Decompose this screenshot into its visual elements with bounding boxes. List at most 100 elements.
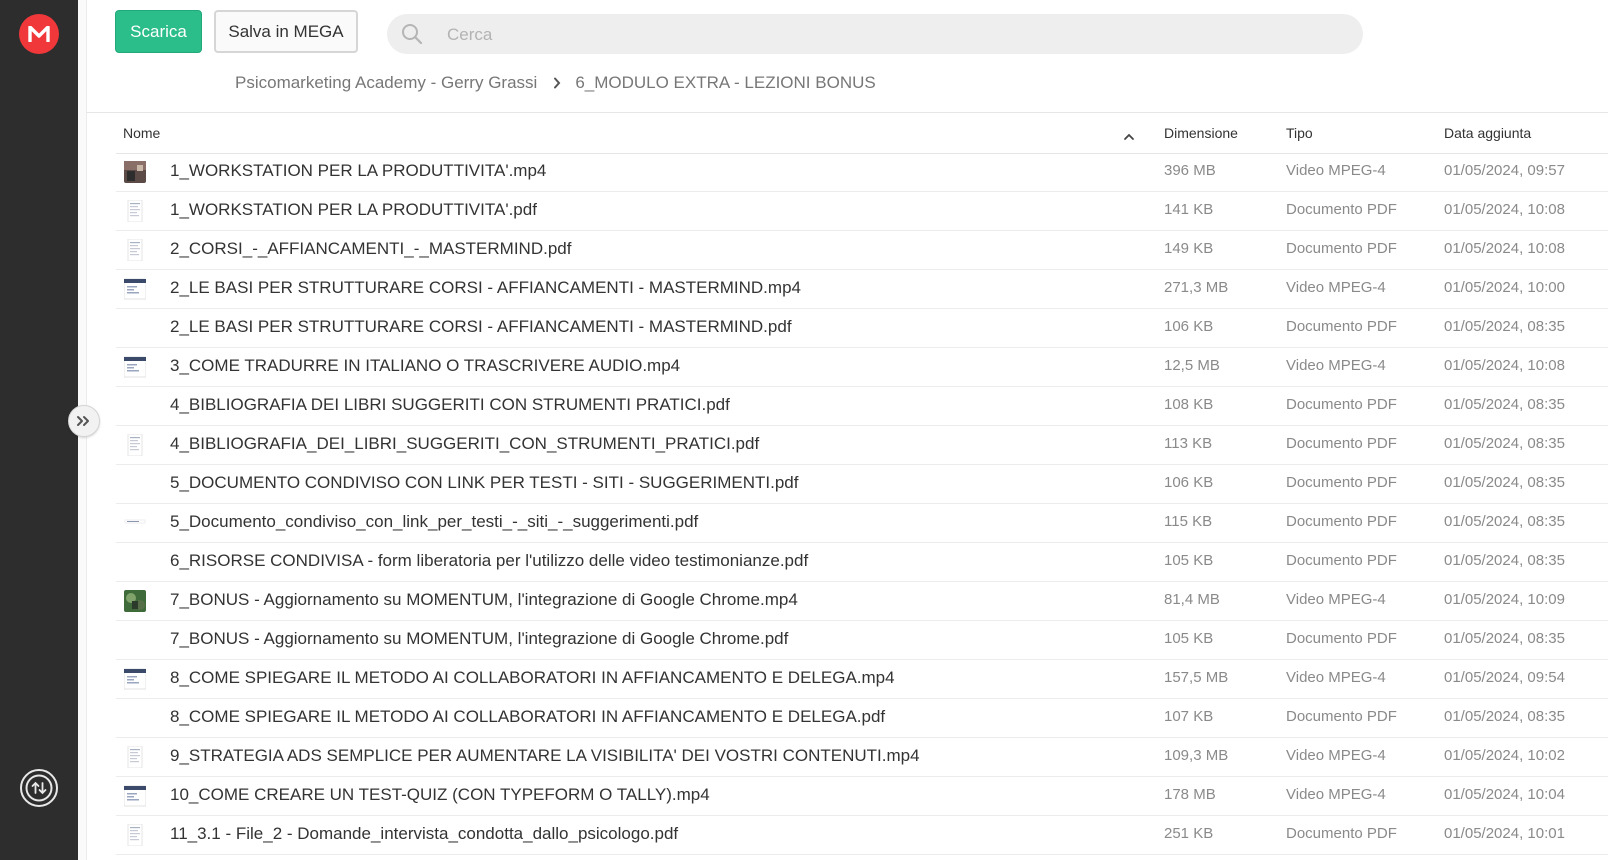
file-date-added: 01/05/2024, 10:02	[1444, 747, 1565, 764]
file-list: 1_WORKSTATION PER LA PRODUTTIVITA'.mp4 39…	[116, 153, 1608, 855]
file-name[interactable]: 3_COME TRADURRE IN ITALIANO O TRASCRIVER…	[170, 348, 680, 384]
breadcrumb-root[interactable]: Psicomarketing Academy - Gerry Grassi	[235, 73, 537, 93]
file-date-added: 01/05/2024, 10:08	[1444, 357, 1565, 374]
search-input[interactable]	[445, 14, 1329, 56]
file-name[interactable]: 1_WORKSTATION PER LA PRODUTTIVITA'.pdf	[170, 192, 537, 228]
file-date-added: 01/05/2024, 09:54	[1444, 669, 1565, 686]
file-name[interactable]: 2_LE BASI PER STRUTTURARE CORSI - AFFIAN…	[170, 309, 792, 345]
file-type: Documento PDF	[1286, 708, 1397, 725]
table-row[interactable]: 4_BIBLIOGRAFIA_DEI_LIBRI_SUGGERITI_CON_S…	[116, 426, 1608, 465]
file-thumbnail-icon	[124, 433, 146, 457]
file-name[interactable]: 1_WORKSTATION PER LA PRODUTTIVITA'.mp4	[170, 153, 546, 189]
table-row[interactable]: 10_COME CREARE UN TEST-QUIZ (CON TYPEFOR…	[116, 777, 1608, 816]
file-name[interactable]: 4_BIBLIOGRAFIA DEI LIBRI SUGGERITI CON S…	[170, 387, 730, 423]
file-thumbnail-icon	[124, 161, 146, 183]
file-type: Documento PDF	[1286, 396, 1397, 413]
file-thumbnail-icon	[123, 668, 147, 690]
file-size: 106 KB	[1164, 318, 1214, 335]
file-type: Documento PDF	[1286, 435, 1397, 452]
file-date-added: 01/05/2024, 10:08	[1444, 240, 1565, 257]
table-row[interactable]: 2_LE BASI PER STRUTTURARE CORSI - AFFIAN…	[116, 309, 1608, 348]
table-row[interactable]: 5_DOCUMENTO CONDIVISO CON LINK PER TESTI…	[116, 465, 1608, 504]
file-size: 113 KB	[1164, 435, 1213, 452]
file-type: Video MPEG-4	[1286, 357, 1386, 374]
breadcrumb-current: 6_MODULO EXTRA - LEZIONI BONUS	[575, 73, 876, 92]
file-type: Documento PDF	[1286, 825, 1397, 842]
file-name[interactable]: 4_BIBLIOGRAFIA_DEI_LIBRI_SUGGERITI_CON_S…	[170, 426, 759, 462]
table-row[interactable]: 2_CORSI_-_AFFIANCAMENTI_-_MASTERMIND.pdf…	[116, 231, 1608, 270]
column-header-date[interactable]: Data aggiunta	[1444, 125, 1531, 141]
file-name[interactable]: 8_COME SPIEGARE IL METODO AI COLLABORATO…	[170, 660, 895, 696]
file-name[interactable]: 5_DOCUMENTO CONDIVISO CON LINK PER TESTI…	[170, 465, 798, 501]
chevron-up-icon[interactable]	[1122, 129, 1136, 140]
file-type: Documento PDF	[1286, 630, 1397, 647]
file-name[interactable]: 7_BONUS - Aggiornamento su MOMENTUM, l'i…	[170, 621, 788, 657]
file-date-added: 01/05/2024, 08:35	[1444, 435, 1565, 452]
file-name[interactable]: 2_LE BASI PER STRUTTURARE CORSI - AFFIAN…	[170, 270, 801, 306]
mega-logo-icon[interactable]	[19, 14, 59, 54]
table-row[interactable]: 9_STRATEGIA ADS SEMPLICE PER AUMENTARE L…	[116, 738, 1608, 777]
table-row[interactable]: 1_WORKSTATION PER LA PRODUTTIVITA'.pdf 14…	[116, 192, 1608, 231]
table-row[interactable]: 8_COME SPIEGARE IL METODO AI COLLABORATO…	[116, 660, 1608, 699]
table-row[interactable]: 7_BONUS - Aggiornamento su MOMENTUM, l'i…	[116, 582, 1608, 621]
table-row[interactable]: 3_COME TRADURRE IN ITALIANO O TRASCRIVER…	[116, 348, 1608, 387]
file-name[interactable]: 9_STRATEGIA ADS SEMPLICE PER AUMENTARE L…	[170, 738, 920, 774]
file-name[interactable]: 10_COME CREARE UN TEST-QUIZ (CON TYPEFOR…	[170, 777, 710, 813]
file-type: Video MPEG-4	[1286, 669, 1386, 686]
file-size: 12,5 MB	[1164, 357, 1220, 374]
file-size: 141 KB	[1164, 201, 1214, 218]
file-type: Video MPEG-4	[1286, 162, 1386, 179]
file-date-added: 01/05/2024, 10:00	[1444, 279, 1565, 296]
table-row[interactable]: 7_BONUS - Aggiornamento su MOMENTUM, l'i…	[116, 621, 1608, 660]
save-to-mega-button[interactable]: Salva in MEGA	[214, 10, 358, 53]
file-date-added: 01/05/2024, 10:04	[1444, 786, 1565, 803]
table-row[interactable]: 5_Documento_condiviso_con_link_per_testi…	[116, 504, 1608, 543]
file-size: 107 KB	[1164, 708, 1214, 725]
file-name[interactable]: 2_CORSI_-_AFFIANCAMENTI_-_MASTERMIND.pdf	[170, 231, 571, 267]
transfers-icon[interactable]	[19, 768, 59, 808]
file-size: 149 KB	[1164, 240, 1214, 257]
file-size: 396 MB	[1164, 162, 1216, 179]
table-row[interactable]: 11_3.1 - File_2 - Domande_intervista_con…	[116, 816, 1608, 855]
table-row[interactable]: 6_RISORSE CONDIVISA - form liberatoria p…	[116, 543, 1608, 582]
file-date-added: 01/05/2024, 08:35	[1444, 552, 1565, 569]
file-thumbnail-icon	[123, 278, 147, 300]
download-button[interactable]: Scarica	[115, 10, 202, 53]
column-header-type[interactable]: Tipo	[1286, 125, 1313, 141]
file-thumbnail-icon	[124, 512, 146, 534]
file-type: Documento PDF	[1286, 552, 1397, 569]
file-type: Video MPEG-4	[1286, 279, 1386, 296]
file-size: 271,3 MB	[1164, 279, 1229, 296]
file-date-added: 01/05/2024, 08:35	[1444, 630, 1565, 647]
file-type: Documento PDF	[1286, 201, 1397, 218]
file-name[interactable]: 11_3.1 - File_2 - Domande_intervista_con…	[170, 816, 678, 852]
search-bar[interactable]	[387, 14, 1363, 56]
file-name[interactable]: 5_Documento_condiviso_con_link_per_testi…	[170, 504, 698, 540]
file-date-added: 01/05/2024, 08:35	[1444, 513, 1565, 530]
file-size: 157,5 MB	[1164, 669, 1229, 686]
file-size: 178 MB	[1164, 786, 1216, 803]
file-type: Documento PDF	[1286, 318, 1397, 335]
file-type: Documento PDF	[1286, 474, 1397, 491]
left-sidebar	[0, 0, 78, 860]
file-date-added: 01/05/2024, 08:35	[1444, 318, 1565, 335]
file-name[interactable]: 8_COME SPIEGARE IL METODO AI COLLABORATO…	[170, 699, 885, 735]
file-thumbnail-icon	[124, 238, 146, 262]
table-row[interactable]: 8_COME SPIEGARE IL METODO AI COLLABORATO…	[116, 699, 1608, 738]
table-row[interactable]: 2_LE BASI PER STRUTTURARE CORSI - AFFIAN…	[116, 270, 1608, 309]
chevron-right-icon	[553, 77, 561, 89]
column-header-name[interactable]: Nome	[123, 125, 160, 141]
file-name[interactable]: 6_RISORSE CONDIVISA - form liberatoria p…	[170, 543, 808, 579]
file-date-added: 01/05/2024, 10:08	[1444, 201, 1565, 218]
table-row[interactable]: 4_BIBLIOGRAFIA DEI LIBRI SUGGERITI CON S…	[116, 387, 1608, 426]
file-type: Documento PDF	[1286, 513, 1397, 530]
double-chevron-right-icon[interactable]	[68, 405, 100, 437]
column-header-size[interactable]: Dimensione	[1164, 125, 1238, 141]
table-row[interactable]: 1_WORKSTATION PER LA PRODUTTIVITA'.mp4 39…	[116, 153, 1608, 192]
file-size: 108 KB	[1164, 396, 1214, 413]
table-header: Nome Dimensione Tipo Data aggiunta	[86, 113, 1608, 153]
file-name[interactable]: 7_BONUS - Aggiornamento su MOMENTUM, l'i…	[170, 582, 798, 618]
file-size: 109,3 MB	[1164, 747, 1229, 764]
file-size: 251 KB	[1164, 825, 1214, 842]
search-icon	[401, 23, 423, 45]
